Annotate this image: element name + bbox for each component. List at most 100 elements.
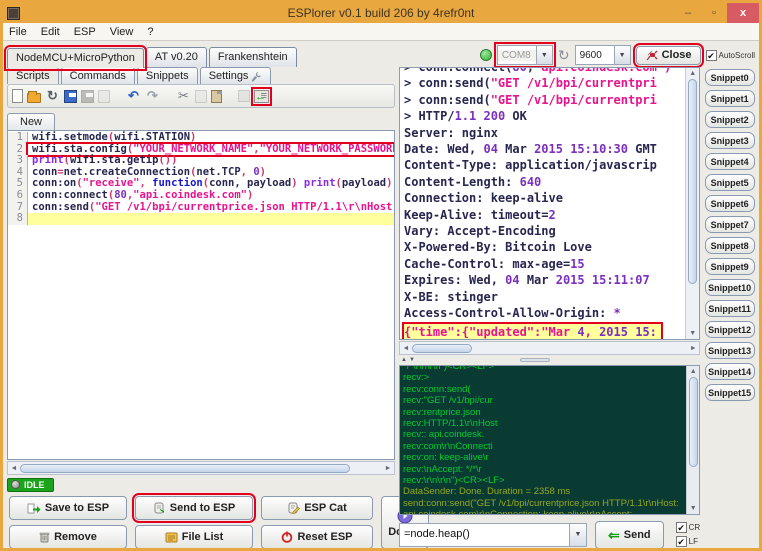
remove-button[interactable]: Remove	[9, 525, 127, 549]
scroll-left-icon[interactable]: ◄	[400, 345, 412, 352]
editor-horizontal-scrollbar[interactable]: ◄ ►	[7, 461, 395, 475]
save-as-icon[interactable]	[81, 90, 94, 103]
checkbox-check-icon: ✔	[676, 536, 687, 547]
console-line: recv:rentprice.json	[403, 407, 686, 418]
snippet-button-snippet12[interactable]: Snippet12	[705, 321, 755, 338]
snippet-button-snippet11[interactable]: Snippet11	[705, 300, 755, 317]
divider-grip[interactable]	[520, 358, 550, 362]
menu-esp[interactable]: ESP	[74, 26, 96, 38]
export-icon[interactable]	[238, 90, 250, 102]
code-line-8[interactable]: 8	[8, 213, 395, 225]
close-port-button[interactable]: Close	[636, 46, 701, 65]
chevron-down-icon[interactable]: ▼	[536, 46, 552, 64]
scroll-down-icon[interactable]: ▼	[690, 503, 697, 514]
tab-snippets[interactable]: Snippets	[137, 67, 198, 84]
lf-checkbox[interactable]: ✔ LF	[676, 536, 701, 547]
tab-settings[interactable]: Settings	[200, 67, 272, 84]
snippet-button-snippet2[interactable]: Snippet2	[705, 111, 755, 128]
baud-rate-select[interactable]: 9600 ▼	[575, 45, 631, 65]
serial-terminal[interactable]: > conn:connect(80,"api.coindesk.com")> c…	[399, 67, 700, 340]
plug-icon	[645, 49, 658, 62]
open-file-icon[interactable]	[27, 93, 41, 103]
menu-view[interactable]: View	[110, 26, 134, 38]
scroll-icon	[153, 502, 166, 514]
send-button[interactable]: ⇐ Send	[595, 521, 664, 549]
snippet-button-snippet7[interactable]: Snippet7	[705, 216, 755, 233]
autoscroll-checkbox[interactable]: ✔ AutoScroll	[706, 50, 755, 61]
snippet-button-snippet8[interactable]: Snippet8	[705, 237, 755, 254]
save-all-icon[interactable]	[98, 90, 110, 103]
minimize-button[interactable]: –	[675, 3, 701, 23]
send-to-esp-button[interactable]: Send to ESP	[135, 496, 253, 520]
scroll-up-icon[interactable]: ▲	[690, 366, 697, 377]
scrollbar-thumb[interactable]	[688, 79, 697, 284]
save-to-esp-button[interactable]: Save to ESP	[9, 496, 127, 520]
scroll-left-icon[interactable]: ◄	[8, 465, 20, 472]
snippet-button-snippet1[interactable]: Snippet1	[705, 90, 755, 107]
debug-console[interactable]: */*\r\n\r\n")<CR><LF>recv:>recv:conn:sen…	[399, 365, 700, 515]
terminal-line: Date: Wed, 04 Mar 2015 15:10:30 GMT	[404, 141, 685, 157]
paste-icon[interactable]	[211, 90, 222, 103]
chevron-down-icon[interactable]: ▼	[569, 524, 586, 546]
menu-file[interactable]: File	[9, 26, 27, 38]
snippet-button-snippet5[interactable]: Snippet5	[705, 174, 755, 191]
snippet-button-snippet9[interactable]: Snippet9	[705, 258, 755, 275]
copy-icon[interactable]	[195, 90, 207, 103]
code-editor[interactable]: 1wifi.setmode(wifi.STATION)2wifi.sta.con…	[7, 130, 395, 460]
scroll-up-icon[interactable]: ▲	[689, 68, 696, 79]
editor-file-tab[interactable]: New	[7, 113, 55, 130]
snippet-button-snippet13[interactable]: Snippet13	[705, 342, 755, 359]
reload-icon[interactable]: ↻	[45, 89, 60, 104]
chevron-down-icon[interactable]: ▼	[614, 46, 630, 64]
snippet-button-snippet6[interactable]: Snippet6	[705, 195, 755, 212]
tab-nodemcu-micropython[interactable]: NodeMCU+MicroPython	[7, 48, 144, 68]
snippet-button-snippet10[interactable]: Snippet10	[705, 279, 755, 296]
tab-commands[interactable]: Commands	[61, 67, 135, 84]
tab-scripts[interactable]: Scripts	[7, 67, 59, 84]
snippet-button-snippet0[interactable]: Snippet0	[705, 69, 755, 86]
code-line-7[interactable]: 7conn:send("GET /v1/bpi/currentprice.jso…	[8, 202, 395, 214]
terminal-horizontal-scrollbar[interactable]: ◄ ►	[399, 341, 700, 355]
scrollbar-thumb[interactable]	[412, 344, 472, 353]
scroll-right-icon[interactable]: ►	[382, 465, 394, 472]
snippet-button-snippet4[interactable]: Snippet4	[705, 153, 755, 170]
send-to-esp-icon[interactable]	[254, 90, 269, 103]
split-pane-divider[interactable]: ▲ ▼	[399, 355, 700, 365]
cr-checkbox[interactable]: ✔ CR	[676, 522, 701, 533]
menu-edit[interactable]: Edit	[41, 26, 60, 38]
file-list-button[interactable]: File List	[135, 525, 253, 549]
snippet-button-snippet14[interactable]: Snippet14	[705, 363, 755, 380]
console-vertical-scrollbar[interactable]: ▲ ▼	[686, 366, 699, 514]
scroll-down-icon[interactable]: ▼	[689, 328, 696, 339]
command-combobox[interactable]: =node.heap() ▼	[399, 523, 587, 547]
snippet-button-snippet3[interactable]: Snippet3	[705, 132, 755, 149]
menu-help[interactable]: ?	[147, 26, 153, 38]
tab-frankenshtein[interactable]: Frankenshtein	[209, 47, 297, 67]
snippet-button-snippet15[interactable]: Snippet15	[705, 384, 755, 401]
console-line: recv:\nAccept: */*\r	[403, 464, 686, 475]
collapse-down-icon[interactable]: ▼	[409, 357, 415, 363]
terminal-line: X-BE: stinger	[404, 289, 685, 305]
terminal-line: Cache-Control: max-age=15	[404, 256, 685, 272]
terminal-line: {"time":{"updated":"Mar 4, 2015 15:	[404, 324, 661, 340]
tab-at-v020[interactable]: AT v0.20	[146, 47, 207, 67]
com-port-select[interactable]: COM8 ▼	[497, 45, 553, 65]
terminal-vertical-scrollbar[interactable]: ▲ ▼	[685, 68, 699, 339]
reset-esp-button[interactable]: Reset ESP	[261, 525, 373, 549]
esp-cat-button[interactable]: ESP Cat	[261, 496, 373, 520]
new-file-icon[interactable]	[12, 89, 23, 103]
command-input[interactable]: =node.heap()	[400, 524, 569, 546]
collapse-up-icon[interactable]: ▲	[401, 357, 407, 363]
undo-icon[interactable]: ↶	[126, 89, 141, 104]
refresh-ports-icon[interactable]: ↻	[558, 48, 570, 62]
scrollbar-thumb[interactable]	[20, 464, 350, 473]
scrollbar-thumb[interactable]	[689, 377, 698, 467]
terminal-line: Keep-Alive: timeout=2	[404, 207, 685, 223]
maximize-button[interactable]: ▫	[701, 3, 727, 23]
redo-icon[interactable]: ↷	[145, 89, 160, 104]
save-icon[interactable]	[64, 90, 77, 103]
cut-icon[interactable]: ✂	[176, 89, 191, 104]
terminal-line: > conn:send("GET /v1/bpi/currentpri	[404, 92, 685, 108]
scroll-right-icon[interactable]: ►	[687, 345, 699, 352]
close-window-button[interactable]: x	[727, 3, 759, 23]
